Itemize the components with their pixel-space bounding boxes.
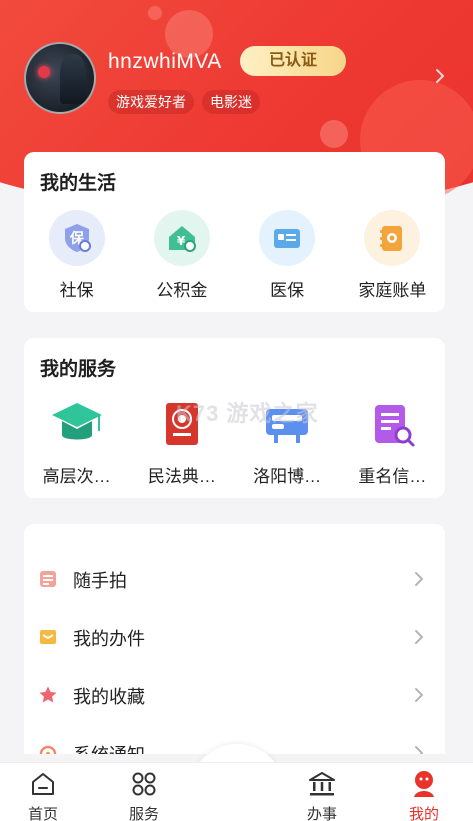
museum-ticket-icon: [259, 396, 315, 452]
tab-label: 首页: [27, 806, 58, 821]
chevron-right-icon: [415, 572, 423, 586]
profile-tag: 电影迷: [202, 90, 260, 114]
service-item-label: 洛阳博…: [253, 467, 322, 486]
family-bill-icon: [364, 210, 421, 266]
grid-icon: [132, 772, 156, 796]
service-item-museum[interactable]: 洛阳博…: [235, 396, 340, 487]
life-grid: 保 社保 ¥ 公积金 医保 家庭账单: [24, 210, 445, 301]
tab-affairs[interactable]: 办事: [282, 763, 362, 821]
tab-services[interactable]: 服务: [104, 763, 184, 821]
life-item-label: 公积金: [156, 281, 208, 300]
my-services-card: 我的服务 高层次… 民法典… 洛阳博… 重名信…: [24, 338, 445, 498]
my-life-card: 我的生活 保 社保 ¥ 公积金 医保 家庭账单: [24, 152, 445, 312]
avatar-silhouette: [60, 54, 86, 104]
chevron-right-icon: [415, 630, 423, 644]
service-item-label: 高层次…: [42, 467, 111, 486]
tab-label: 办事: [306, 806, 337, 821]
list-item-my-cases[interactable]: 我的办件: [24, 608, 445, 666]
graduation-cap-icon: [49, 396, 105, 452]
service-item-name-check[interactable]: 重名信…: [340, 396, 445, 487]
service-item-label: 重名信…: [358, 467, 427, 486]
list-item-label: 系统通知: [73, 741, 145, 754]
list-item-favorites[interactable]: 我的收藏: [24, 666, 445, 724]
life-item-label: 社保: [59, 281, 94, 300]
life-item-label: 医保: [270, 281, 305, 300]
life-item-family-bill[interactable]: 家庭账单: [340, 210, 445, 301]
avatar-light: [38, 66, 50, 78]
list-item-label: 我的办件: [73, 629, 145, 649]
bottom-tab-bar: 首页 服务 办事 我的: [0, 762, 473, 821]
decor-bubble: [148, 6, 162, 20]
profile-tags: 游戏爱好者 电影迷: [108, 90, 260, 114]
menu-list-card: 随手拍 我的办件 我的收藏 系统通知: [24, 524, 445, 754]
civil-code-book-icon: [154, 396, 210, 452]
life-item-label: 家庭账单: [358, 281, 427, 300]
list-item-label: 我的收藏: [73, 687, 145, 707]
decor-bubble: [320, 120, 348, 148]
profile-icon: [414, 771, 434, 797]
username: hnzwhiMVA: [108, 50, 222, 73]
home-icon: [32, 773, 54, 795]
life-item-medical-insurance[interactable]: 医保: [235, 210, 340, 301]
chevron-right-icon: [415, 688, 423, 702]
chevron-right-icon[interactable]: [434, 68, 446, 84]
tab-label: 我的: [408, 806, 439, 821]
chevron-right-icon: [415, 746, 423, 754]
list-item-snapshot[interactable]: 随手拍: [24, 550, 445, 608]
card-title: 我的服务: [40, 359, 117, 380]
notification-icon: [39, 745, 57, 754]
name-search-icon: [364, 396, 420, 452]
my-cases-icon: [40, 630, 56, 644]
star-icon: [39, 686, 57, 703]
tab-home[interactable]: 首页: [3, 763, 83, 821]
avatar[interactable]: [24, 42, 96, 114]
profile-tag: 游戏爱好者: [108, 90, 194, 114]
services-grid: 高层次… 民法典… 洛阳博… 重名信…: [24, 396, 445, 487]
life-item-social-security[interactable]: 保 社保: [24, 210, 129, 301]
service-item-civil-code[interactable]: 民法典…: [129, 396, 234, 487]
tab-label: 服务: [128, 806, 159, 821]
government-building-icon: [309, 772, 335, 796]
tab-mine[interactable]: 我的: [384, 763, 464, 821]
social-security-icon: 保: [48, 210, 105, 266]
list-item-label: 随手拍: [73, 571, 127, 591]
verified-badge: 已认证: [240, 46, 346, 76]
service-item-label: 民法典…: [147, 467, 216, 486]
card-title: 我的生活: [40, 173, 117, 194]
service-item-talent[interactable]: 高层次…: [24, 396, 129, 487]
life-item-housing-fund[interactable]: ¥ 公积金: [129, 210, 234, 301]
housing-fund-icon: ¥: [153, 210, 210, 266]
snapshot-icon: [40, 571, 56, 587]
medical-insurance-icon: [259, 210, 316, 266]
